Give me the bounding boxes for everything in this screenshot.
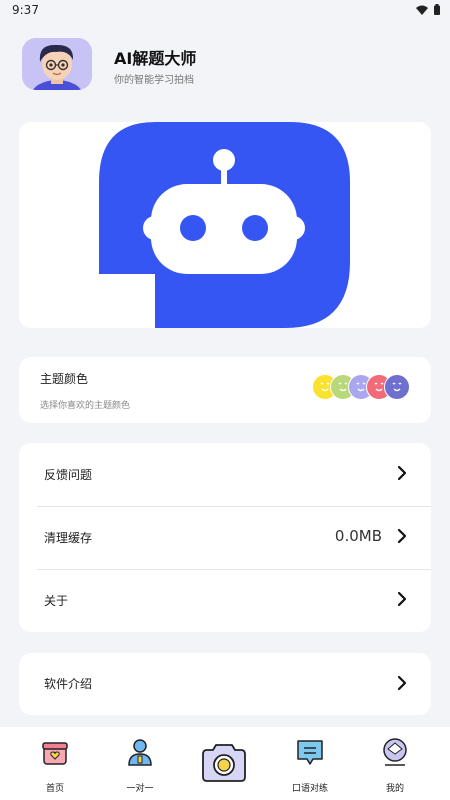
about-label: 关于 bbox=[44, 594, 69, 608]
software-intro-label: 软件介绍 bbox=[44, 677, 93, 691]
status-icons bbox=[416, 4, 440, 15]
clear-cache-label: 清理缓存 bbox=[44, 531, 93, 545]
avatar[interactable] bbox=[22, 38, 92, 90]
profile-header[interactable]: AI解题大师 你的智能学习拍档 bbox=[22, 38, 422, 92]
logo-card bbox=[19, 122, 431, 328]
app-title: AI解题大师 bbox=[114, 49, 197, 68]
profile-gem-icon bbox=[383, 738, 407, 766]
camera-icon bbox=[202, 744, 246, 782]
theme-color-title: 主题颜色 bbox=[40, 372, 89, 386]
chevron-right-icon bbox=[397, 465, 407, 481]
tab-mine-label: 我的 bbox=[385, 784, 404, 794]
tab-speaking-label: 口语对练 bbox=[291, 784, 328, 794]
chevron-right-icon bbox=[397, 591, 407, 607]
app-subtitle: 你的智能学习拍档 bbox=[114, 75, 194, 86]
tab-one-on-one[interactable]: 一对一 bbox=[110, 737, 170, 795]
swatch-purple[interactable] bbox=[384, 374, 410, 400]
status-bar: 9:37 bbox=[0, 0, 450, 22]
gift-box-icon bbox=[42, 742, 68, 765]
software-intro-card[interactable]: 软件介绍 bbox=[19, 653, 431, 715]
camera-button[interactable] bbox=[201, 739, 247, 785]
tab-mine[interactable]: 我的 bbox=[365, 737, 425, 795]
chevron-right-icon bbox=[397, 528, 407, 544]
menu-row-clear-cache[interactable]: 清理缓存 0.0MB bbox=[19, 506, 431, 569]
tab-home-label: 首页 bbox=[45, 784, 64, 794]
menu-row-feedback[interactable]: 反馈问题 bbox=[19, 443, 431, 506]
tab-speaking[interactable]: 口语对练 bbox=[280, 737, 340, 795]
feedback-label: 反馈问题 bbox=[44, 468, 93, 482]
theme-color-subtitle: 选择你喜欢的主题颜色 bbox=[40, 401, 131, 411]
robot-logo-icon bbox=[99, 122, 350, 328]
battery-icon bbox=[434, 4, 440, 15]
theme-color-card[interactable]: 主题颜色 选择你喜欢的主题颜色 bbox=[19, 357, 431, 423]
tab-home[interactable]: 首页 bbox=[25, 737, 85, 795]
theme-swatches[interactable] bbox=[312, 374, 412, 402]
chat-bubble-icon bbox=[297, 740, 323, 765]
status-time: 9:37 bbox=[12, 3, 39, 17]
tab-one-on-one-label: 一对一 bbox=[126, 784, 154, 794]
menu-row-about[interactable]: 关于 bbox=[19, 569, 431, 632]
settings-menu-card: 反馈问题 清理缓存 0.0MB 关于 bbox=[19, 443, 431, 632]
cache-size-value: 0.0MB bbox=[334, 527, 382, 545]
chevron-right-icon bbox=[397, 675, 407, 691]
wifi-icon bbox=[416, 5, 428, 15]
person-icon bbox=[128, 739, 152, 766]
